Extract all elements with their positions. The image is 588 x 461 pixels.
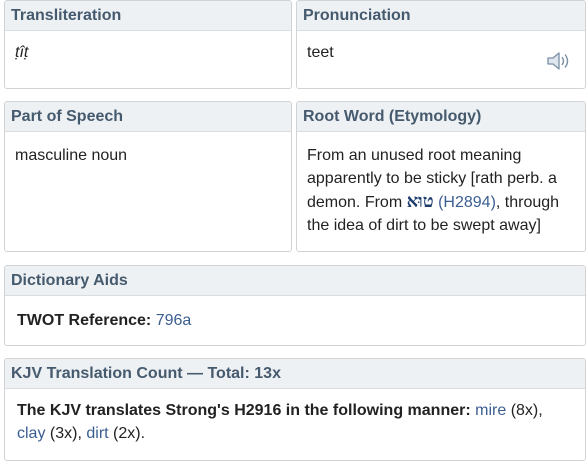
hebrew-root-word[interactable]: טוּא xyxy=(407,191,434,212)
kjv-count: (3x) xyxy=(49,425,78,442)
kjv-word-link[interactable]: dirt xyxy=(86,425,108,442)
kjv-count: (2x) xyxy=(113,425,141,442)
twot-label: TWOT Reference: xyxy=(17,312,152,329)
kjv-separator: . xyxy=(140,425,146,442)
transliteration-value: ṭîṭ xyxy=(15,44,29,61)
dictionary-aids-heading: Dictionary Aids xyxy=(5,266,585,296)
kjv-word-link[interactable]: mire xyxy=(475,402,506,419)
kjv-intro: The KJV translates Strong's H2916 in the… xyxy=(17,402,471,419)
part-of-speech-value: masculine noun xyxy=(15,147,128,164)
root-word-text: From an unused root meaning apparently t… xyxy=(297,132,585,247)
root-word-panel: Root Word (Etymology) From an unused roo… xyxy=(296,101,586,252)
kjv-text: The KJV translates Strong's H2916 in the… xyxy=(5,389,585,455)
kjv-heading: KJV Translation Count — Total: 13x xyxy=(5,359,585,389)
kjv-count: (8x) xyxy=(510,402,539,419)
kjv-word-link[interactable]: clay xyxy=(17,425,45,442)
kjv-separator: , xyxy=(538,402,543,419)
pronunciation-heading: Pronunciation xyxy=(297,1,585,31)
part-of-speech-panel: Part of Speech masculine noun xyxy=(4,101,292,252)
part-of-speech-heading: Part of Speech xyxy=(5,102,291,132)
root-word-heading: Root Word (Etymology) xyxy=(297,102,585,132)
kjv-panel: KJV Translation Count — Total: 13x The K… xyxy=(4,358,586,461)
strongs-ref-link[interactable]: (H2894) xyxy=(438,194,496,211)
twot-line: TWOT Reference: 796a xyxy=(5,296,585,342)
pronunciation-value: teet xyxy=(307,44,334,61)
transliteration-panel: Transliteration ṭîṭ xyxy=(4,0,292,89)
speaker-icon[interactable] xyxy=(546,51,572,71)
dictionary-aids-panel: Dictionary Aids TWOT Reference: 796a xyxy=(4,265,586,346)
transliteration-heading: Transliteration xyxy=(5,1,291,31)
pronunciation-panel: Pronunciation teet xyxy=(296,0,586,89)
twot-link[interactable]: 796a xyxy=(156,312,192,329)
